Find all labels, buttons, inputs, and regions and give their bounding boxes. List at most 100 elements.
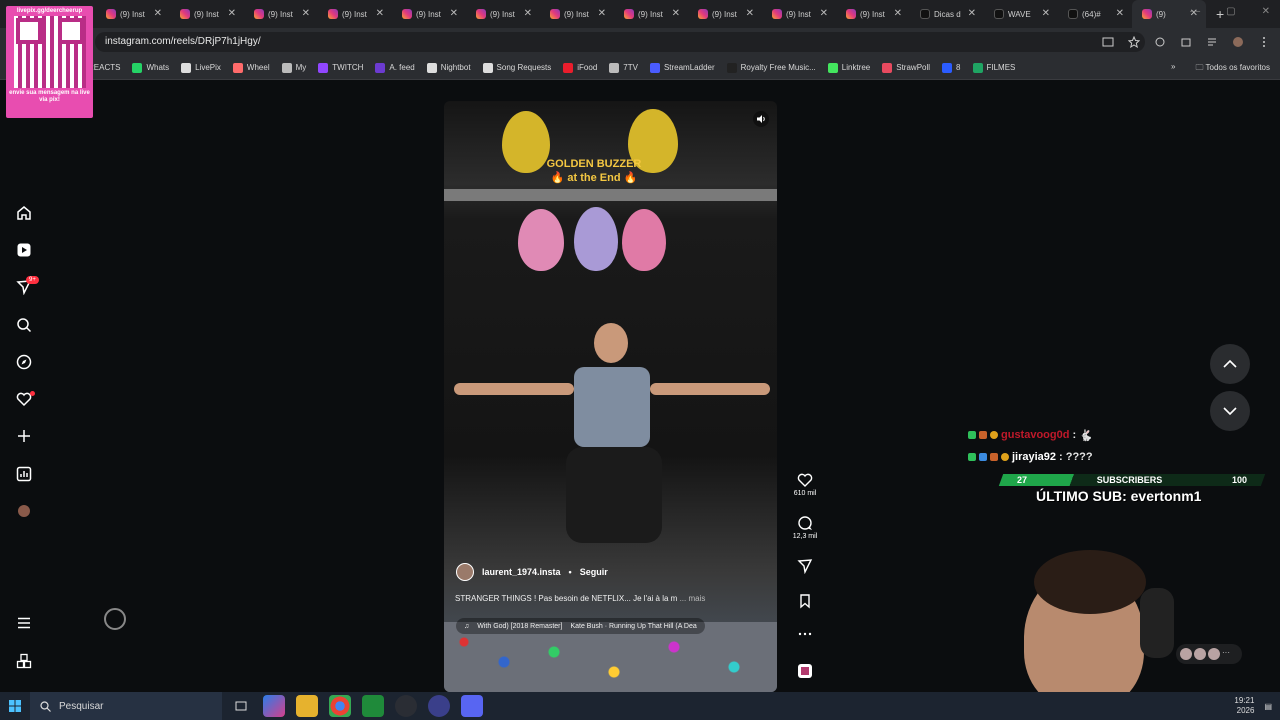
audio-thumbnail[interactable] [790,663,820,681]
bookmark-item[interactable]: Wheel [232,62,270,73]
taskbar-search[interactable]: Pesquisar [30,692,222,720]
close-tab-icon[interactable]: ✕ [376,8,384,19]
music-ticker[interactable]: ♫ With God) [2018 Remaster] Kate Bush · … [456,618,705,634]
volume-icon[interactable] [753,111,769,127]
home-icon[interactable] [14,203,34,223]
search-icon[interactable] [14,315,34,335]
close-tab-icon[interactable]: ✕ [820,8,828,19]
bookmark-label: 8 [956,63,961,72]
file-explorer-icon[interactable] [296,695,318,717]
browser-tab[interactable]: (9) Inst ✕ [318,0,392,28]
clock[interactable]: 19:21 2026 [1234,696,1254,716]
close-tab-icon[interactable]: ✕ [672,8,680,19]
previous-reel-button[interactable] [1210,344,1250,384]
browser-tab[interactable]: (9) Inst ✕ [836,0,910,28]
windows-start-button[interactable] [0,692,30,720]
close-tab-icon[interactable]: ✕ [524,8,532,19]
more-options-icon[interactable] [790,630,820,640]
close-tab-icon[interactable]: ✕ [302,8,310,19]
url-field[interactable]: instagram.com/reels/DRjP7h1jHgy/ [95,32,1145,52]
next-reel-button[interactable] [1210,391,1250,431]
profile-avatar-icon[interactable] [14,501,34,521]
bookmark-item[interactable]: 8 [942,62,961,73]
author-avatar[interactable] [456,563,474,581]
bookmark-item[interactable]: A. feed [375,62,415,73]
notifications-icon[interactable]: ▤ [1264,702,1272,711]
browser-tab[interactable]: Dicas d ✕ [910,0,984,28]
bookmark-item[interactable]: TWITCH [318,62,363,73]
also-from-meta-icon[interactable] [14,651,34,671]
close-window-icon[interactable]: ✕ [1262,6,1270,17]
reel-viewer-avatars[interactable]: ··· [1176,644,1242,664]
close-tab-icon[interactable]: ✕ [894,8,902,19]
close-tab-icon[interactable]: ✕ [450,8,458,19]
bookmark-item[interactable]: Nightbot [426,62,471,73]
browser-tab[interactable]: (9) Inst ✕ [688,0,762,28]
reels-icon[interactable] [14,240,34,260]
minimize-icon[interactable]: — [1190,6,1200,17]
browser-tab[interactable]: (9) Inst ✕ [762,0,836,28]
browser-menu-icon[interactable] [1258,35,1270,47]
streamer-webcam [1000,548,1270,693]
bookmark-item[interactable]: Song Requests [482,62,551,73]
browser-tab[interactable]: (9) Inst ✕ [244,0,318,28]
browser-tab[interactable]: (9) Inst ✕ [392,0,466,28]
more-bookmarks-button[interactable]: » [1171,62,1175,76]
share-icon[interactable] [790,558,820,576]
browser-tab[interactable]: WAVE ✕ [984,0,1058,28]
explore-icon[interactable] [14,352,34,372]
all-bookmarks-button[interactable]: 🗀 Todos os favoritos [1195,62,1270,76]
close-tab-icon[interactable]: ✕ [228,8,236,19]
profile-avatar[interactable] [1232,35,1244,47]
browser-tab[interactable]: (9) Inst ✕ [466,0,540,28]
bookmark-item[interactable]: FILMES [972,62,1015,73]
bookmark-item[interactable]: Linktree [827,62,870,73]
audio-app-icon[interactable] [428,695,450,717]
author-username[interactable]: laurent_1974.insta [482,567,561,577]
bookmark-item[interactable]: My [281,62,306,73]
browser-tab[interactable]: (64)# ✕ [1058,0,1132,28]
caption-more-link[interactable]: ... mais [680,594,706,603]
task-view-icon[interactable] [230,695,252,717]
like-action[interactable]: 610 mil [790,472,820,497]
chrome-icon[interactable] [329,695,351,717]
reel-video[interactable]: GOLDEN BUZZER 🔥 at the End 🔥 laurent_197… [444,101,777,692]
close-tab-icon[interactable]: ✕ [598,8,606,19]
close-tab-icon[interactable]: ✕ [1116,8,1124,19]
bookmark-item[interactable]: 7TV [609,62,638,73]
browser-tab[interactable]: (9) Inst ✕ [170,0,244,28]
reel-caption[interactable]: STRANGER THINGS ! Pas besoin de NETFLIX.… [455,594,705,603]
extensions-puzzle-icon[interactable] [1180,35,1192,47]
bookmark-item[interactable]: LivePix [181,62,221,73]
browser-tab[interactable]: (9) Inst ✕ [614,0,688,28]
extension-shield-icon[interactable] [1154,35,1166,47]
follow-button[interactable]: Seguir [580,567,608,577]
close-tab-icon[interactable]: ✕ [968,8,976,19]
comment-action[interactable]: 12,3 mil [790,515,820,540]
tab-label: (9) Inst [342,9,367,19]
close-tab-icon[interactable]: ✕ [746,8,754,19]
bookmark-item[interactable]: iFood [563,62,597,73]
bookmark-item[interactable]: StreamLadder [649,62,715,73]
save-bookmark-icon[interactable] [790,593,820,611]
discord-icon[interactable] [461,695,483,717]
bookmark-item[interactable]: StrawPoll [882,62,930,73]
create-plus-icon[interactable] [14,426,34,446]
media-control-icon[interactable] [1206,35,1218,47]
maximize-icon[interactable]: ▢ [1226,6,1235,17]
browser-tab[interactable]: (9) Inst ✕ [96,0,170,28]
bookmark-item[interactable]: Royalty Free Music... [726,62,816,73]
bookmark-item[interactable]: Whats [132,62,169,73]
instagram-icon [698,9,708,19]
browser-tab[interactable]: (9) Inst ✕ [540,0,614,28]
dashboard-icon[interactable] [14,464,34,484]
close-tab-icon[interactable]: ✕ [154,8,162,19]
close-tab-icon[interactable]: ✕ [1042,8,1050,19]
bookmark-star-icon[interactable] [1127,35,1141,49]
more-menu-icon[interactable] [14,613,34,633]
obs-icon[interactable] [395,695,417,717]
copilot-icon[interactable] [263,695,285,717]
address-bar-row: instagram.com/reels/DRjP7h1jHgy/ [0,28,1280,56]
install-icon[interactable] [1102,35,1114,47]
streaming-app-icon[interactable] [362,695,384,717]
